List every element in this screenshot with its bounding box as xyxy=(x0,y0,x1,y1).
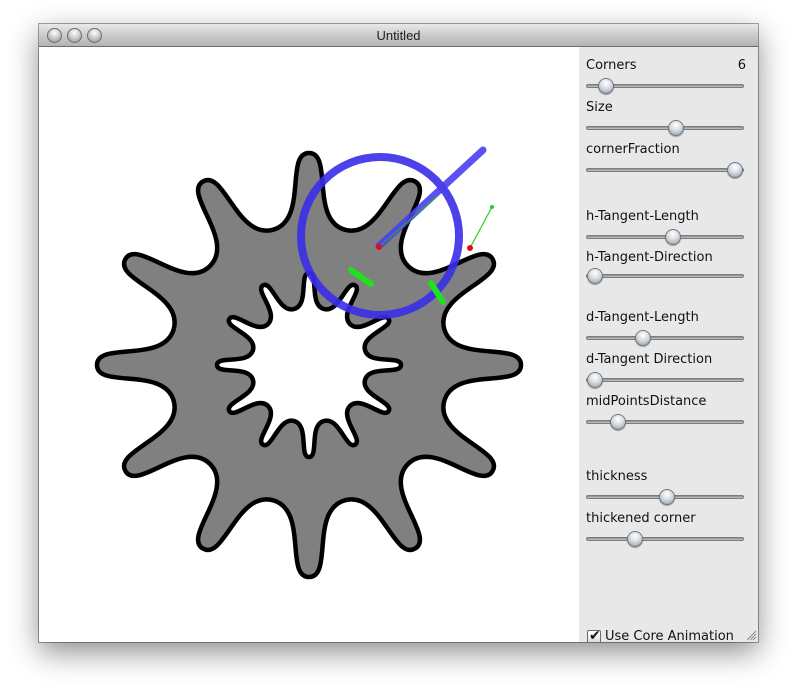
control-point-center[interactable] xyxy=(376,244,382,250)
d-tangent-length-slider-knob[interactable] xyxy=(635,330,652,346)
thickness-slider[interactable] xyxy=(586,489,744,505)
app-window: Untitled Corners 6 Size cornerFraction h… xyxy=(39,24,758,642)
d-tangent-length-slider[interactable] xyxy=(586,330,744,346)
h-tangent-length-label: h-Tangent-Length xyxy=(586,209,699,224)
d-tangent-direction-slider-knob[interactable] xyxy=(586,372,603,388)
thickness-slider-knob[interactable] xyxy=(658,489,675,505)
mid-points-distance-label: midPointsDistance xyxy=(586,394,707,409)
corners-value: 6 xyxy=(737,58,746,73)
h-tangent-direction-slider[interactable] xyxy=(586,268,744,284)
d-tangent-direction-label: d-Tangent Direction xyxy=(586,352,713,367)
corner-fraction-slider[interactable] xyxy=(586,162,744,178)
mid-points-distance-slider-knob[interactable] xyxy=(610,414,627,430)
thickened-corner-slider[interactable] xyxy=(586,531,744,547)
h-tangent-direction-slider-knob[interactable] xyxy=(586,268,603,284)
corner-fraction-label: cornerFraction xyxy=(586,142,680,157)
h-tangent-length-slider-knob[interactable] xyxy=(664,229,681,245)
resize-grip-icon[interactable] xyxy=(746,630,757,641)
drawing-canvas[interactable] xyxy=(39,47,579,642)
corners-slider[interactable] xyxy=(586,78,744,94)
use-core-animation-label: Use Core Animation xyxy=(605,629,734,642)
control-point-right[interactable] xyxy=(467,245,473,251)
size-slider[interactable] xyxy=(586,120,744,136)
thickness-label: thickness xyxy=(586,469,648,484)
h-tangent-length-slider[interactable] xyxy=(586,229,744,245)
controls-panel: Corners 6 Size cornerFraction h-Tangent-… xyxy=(579,47,758,642)
shape-drawing[interactable] xyxy=(39,47,579,642)
right-tangent-line xyxy=(469,206,493,249)
checkmark-icon: ✔ xyxy=(589,628,601,642)
use-core-animation-checkbox[interactable]: ✔ xyxy=(587,628,601,642)
thickened-corner-slider-knob[interactable] xyxy=(627,531,644,547)
mid-points-distance-slider[interactable] xyxy=(586,414,744,430)
h-tangent-direction-label: h-Tangent-Direction xyxy=(586,250,713,265)
d-tangent-direction-slider[interactable] xyxy=(586,372,744,388)
title-bar: Untitled xyxy=(39,24,758,47)
corners-label: Corners xyxy=(586,58,637,73)
thickened-corner-label: thickened corner xyxy=(586,511,696,526)
window-title: Untitled xyxy=(376,28,421,43)
corner-fraction-slider-knob[interactable] xyxy=(727,162,744,178)
size-slider-knob[interactable] xyxy=(667,120,684,136)
d-tangent-length-label: d-Tangent-Length xyxy=(586,310,699,325)
corners-slider-knob[interactable] xyxy=(597,78,614,94)
tangent-end-point[interactable] xyxy=(490,205,494,209)
size-label: Size xyxy=(586,100,613,115)
